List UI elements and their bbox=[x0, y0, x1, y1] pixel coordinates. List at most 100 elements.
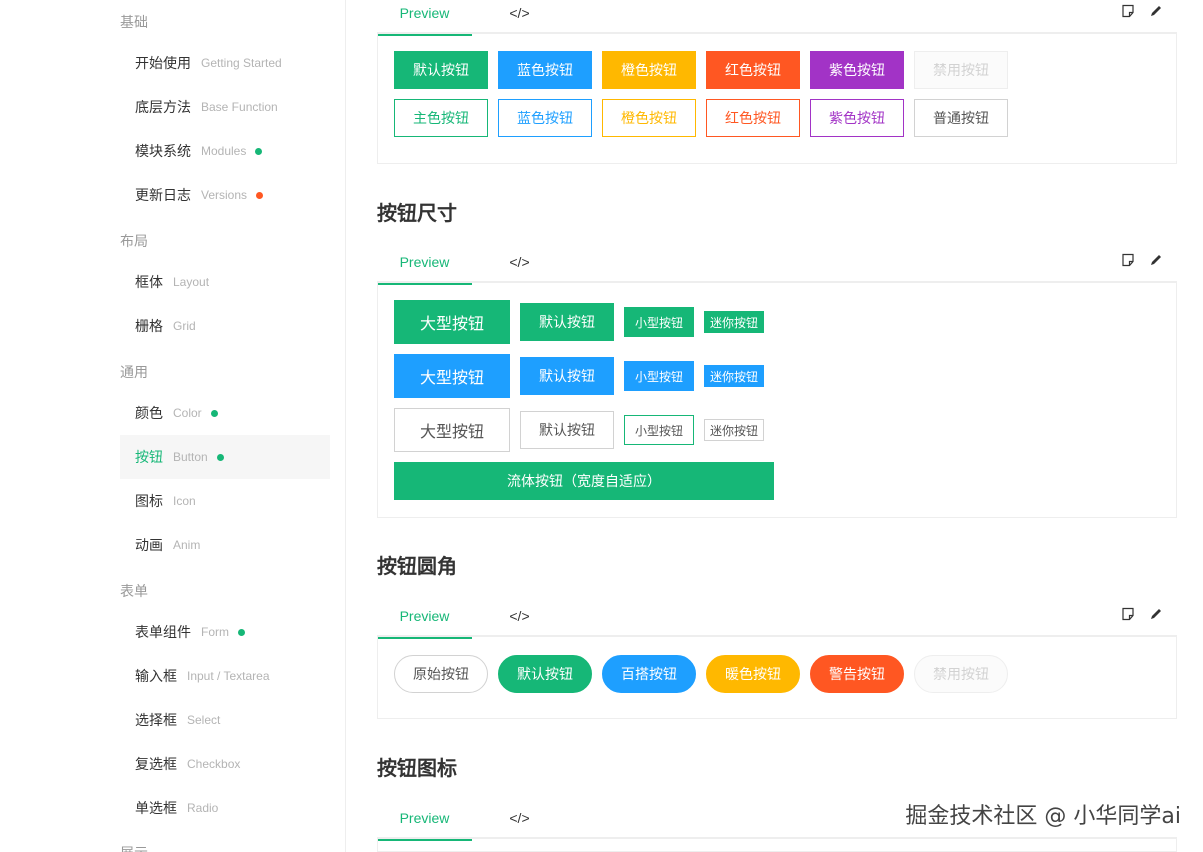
sidebar-item-sublabel: Checkbox bbox=[187, 757, 241, 771]
group-title-display: 展示 bbox=[120, 843, 148, 852]
orange-outline-button[interactable]: 橙色按钮 bbox=[602, 99, 696, 137]
sidebar-nav: 基础 开始使用 Getting Started 底层方法 Base Functi… bbox=[0, 0, 346, 852]
sidebar-item-sublabel: Radio bbox=[187, 801, 219, 815]
tab-preview[interactable]: Preview bbox=[377, 803, 472, 841]
sidebar-item-label: 选择框 bbox=[135, 713, 177, 729]
pencil-icon[interactable] bbox=[1149, 253, 1163, 267]
large-button[interactable]: 大型按钮 bbox=[394, 354, 510, 398]
sidebar-item-label: 颜色 bbox=[135, 406, 163, 422]
group-title-common: 通用 bbox=[120, 365, 148, 381]
normal-button[interactable]: 普通按钮 bbox=[914, 99, 1008, 137]
note-icon[interactable] bbox=[1121, 607, 1135, 621]
warn-round-button[interactable]: 警告按钮 bbox=[810, 655, 904, 693]
purple-button[interactable]: 紫色按钮 bbox=[810, 51, 904, 89]
sidebar-item-versions[interactable]: 更新日志 Versions bbox=[120, 173, 330, 217]
watermark: 掘金技术社区 @ 小华同学ai bbox=[905, 804, 1181, 829]
demo-panel-size: 大型按钮 默认按钮 小型按钮 迷你按钮 大型按钮 默认按钮 小型按钮 迷你按钮 … bbox=[377, 283, 1177, 518]
sidebar-item-label: 表单组件 bbox=[135, 625, 191, 641]
sidebar-item-label: 单选框 bbox=[135, 801, 177, 817]
fluid-button[interactable]: 流体按钮（宽度自适应） bbox=[394, 462, 774, 500]
sidebar-item-layout[interactable]: 框体 Layout bbox=[120, 260, 330, 304]
mini-button[interactable]: 迷你按钮 bbox=[704, 419, 764, 441]
small-button[interactable]: 小型按钮 bbox=[624, 415, 694, 445]
tab-code[interactable]: </> bbox=[472, 803, 567, 839]
demo-panel-color: 默认按钮 蓝色按钮 橙色按钮 红色按钮 紫色按钮 禁用按钮 主色按钮 蓝色按钮 … bbox=[377, 34, 1177, 164]
tab-code[interactable]: </> bbox=[472, 601, 567, 637]
sidebar-item-label: 动画 bbox=[135, 538, 163, 554]
sidebar-item-label: 框体 bbox=[135, 275, 163, 291]
section-title-size: 按钮尺寸 bbox=[377, 201, 457, 225]
orange-button[interactable]: 橙色按钮 bbox=[602, 51, 696, 89]
large-button[interactable]: 大型按钮 bbox=[394, 300, 510, 344]
default-round-button[interactable]: 默认按钮 bbox=[498, 655, 592, 693]
small-button[interactable]: 小型按钮 bbox=[624, 361, 694, 391]
sidebar-item-select[interactable]: 选择框 Select bbox=[120, 698, 330, 742]
tab-code[interactable]: </> bbox=[472, 0, 567, 34]
sidebar-item-input[interactable]: 输入框 Input / Textarea bbox=[120, 654, 330, 698]
default-size-button[interactable]: 默认按钮 bbox=[520, 357, 614, 395]
default-button[interactable]: 默认按钮 bbox=[394, 51, 488, 89]
note-icon[interactable] bbox=[1121, 253, 1135, 267]
sidebar-item-getting-started[interactable]: 开始使用 Getting Started bbox=[120, 41, 330, 85]
sidebar-item-label: 开始使用 bbox=[135, 56, 191, 72]
disabled-round-button[interactable]: 禁用按钮 bbox=[914, 655, 1008, 693]
sidebar-item-checkbox[interactable]: 复选框 Checkbox bbox=[120, 742, 330, 786]
sidebar-item-sublabel: Icon bbox=[173, 494, 196, 508]
sidebar-item-sublabel: Layout bbox=[173, 275, 210, 289]
sidebar-item-icon[interactable]: 图标 Icon bbox=[120, 479, 330, 523]
warm-round-button[interactable]: 暖色按钮 bbox=[706, 655, 800, 693]
sidebar-item-sublabel: Modules bbox=[201, 144, 247, 158]
new-badge-dot bbox=[216, 453, 224, 461]
new-badge-dot bbox=[255, 147, 263, 155]
sidebar-item-modules[interactable]: 模块系统 Modules bbox=[120, 129, 330, 173]
original-round-button[interactable]: 原始按钮 bbox=[394, 655, 488, 693]
demo-tabs-size: Preview </> bbox=[377, 247, 1177, 285]
sidebar-item-label: 复选框 bbox=[135, 757, 177, 773]
group-title-form: 表单 bbox=[120, 584, 148, 600]
pencil-icon[interactable] bbox=[1149, 607, 1163, 621]
sidebar-item-color[interactable]: 颜色 Color bbox=[120, 391, 330, 435]
red-button[interactable]: 红色按钮 bbox=[706, 51, 800, 89]
section-title-icon: 按钮图标 bbox=[377, 756, 457, 780]
large-button[interactable]: 大型按钮 bbox=[394, 408, 510, 452]
sidebar-item-form[interactable]: 表单组件 Form bbox=[120, 610, 330, 654]
red-outline-button[interactable]: 红色按钮 bbox=[706, 99, 800, 137]
blue-outline-button[interactable]: 蓝色按钮 bbox=[498, 99, 592, 137]
sidebar-item-sublabel: Getting Started bbox=[201, 56, 282, 70]
new-badge-dot bbox=[210, 409, 218, 417]
sidebar-item-sublabel: Form bbox=[201, 625, 229, 639]
mini-button[interactable]: 迷你按钮 bbox=[704, 365, 764, 387]
sidebar-item-label: 模块系统 bbox=[135, 144, 191, 160]
default-size-button[interactable]: 默认按钮 bbox=[520, 303, 614, 341]
sidebar-item-label: 更新日志 bbox=[135, 188, 191, 204]
tab-code[interactable]: </> bbox=[472, 247, 567, 283]
sidebar-item-label: 栅格 bbox=[135, 319, 163, 335]
sidebar-item-grid[interactable]: 栅格 Grid bbox=[120, 304, 330, 348]
sidebar-item-sublabel: Versions bbox=[201, 188, 248, 202]
group-title-layout: 布局 bbox=[120, 234, 148, 250]
main-content: Preview </> 默认按钮 蓝色按钮 橙色按钮 红色按钮 紫色按钮 禁用按… bbox=[377, 0, 1177, 852]
disabled-button[interactable]: 禁用按钮 bbox=[914, 51, 1008, 89]
note-icon[interactable] bbox=[1121, 4, 1135, 18]
demo-tools bbox=[1121, 253, 1163, 267]
update-badge-dot bbox=[256, 191, 264, 199]
tab-preview[interactable]: Preview bbox=[377, 247, 472, 285]
sidebar-item-anim[interactable]: 动画 Anim bbox=[120, 523, 330, 567]
blue-button[interactable]: 蓝色按钮 bbox=[498, 51, 592, 89]
tab-preview[interactable]: Preview bbox=[377, 601, 472, 639]
tab-preview[interactable]: Preview bbox=[377, 0, 472, 36]
sidebar-item-sublabel: Color bbox=[173, 406, 202, 420]
mini-button[interactable]: 迷你按钮 bbox=[704, 311, 764, 333]
sidebar-item-label: 底层方法 bbox=[135, 100, 191, 116]
pencil-icon[interactable] bbox=[1149, 4, 1163, 18]
sidebar-item-radio[interactable]: 单选框 Radio bbox=[120, 786, 330, 830]
sidebar-item-button[interactable]: 按钮 Button bbox=[120, 435, 330, 479]
primary-outline-button[interactable]: 主色按钮 bbox=[394, 99, 488, 137]
sidebar-item-sublabel: Select bbox=[187, 713, 221, 727]
normal-round-button[interactable]: 百搭按钮 bbox=[602, 655, 696, 693]
default-size-button[interactable]: 默认按钮 bbox=[520, 411, 614, 449]
demo-tools bbox=[1121, 607, 1163, 621]
purple-outline-button[interactable]: 紫色按钮 bbox=[810, 99, 904, 137]
small-button[interactable]: 小型按钮 bbox=[624, 307, 694, 337]
sidebar-item-base-function[interactable]: 底层方法 Base Function bbox=[120, 85, 330, 129]
